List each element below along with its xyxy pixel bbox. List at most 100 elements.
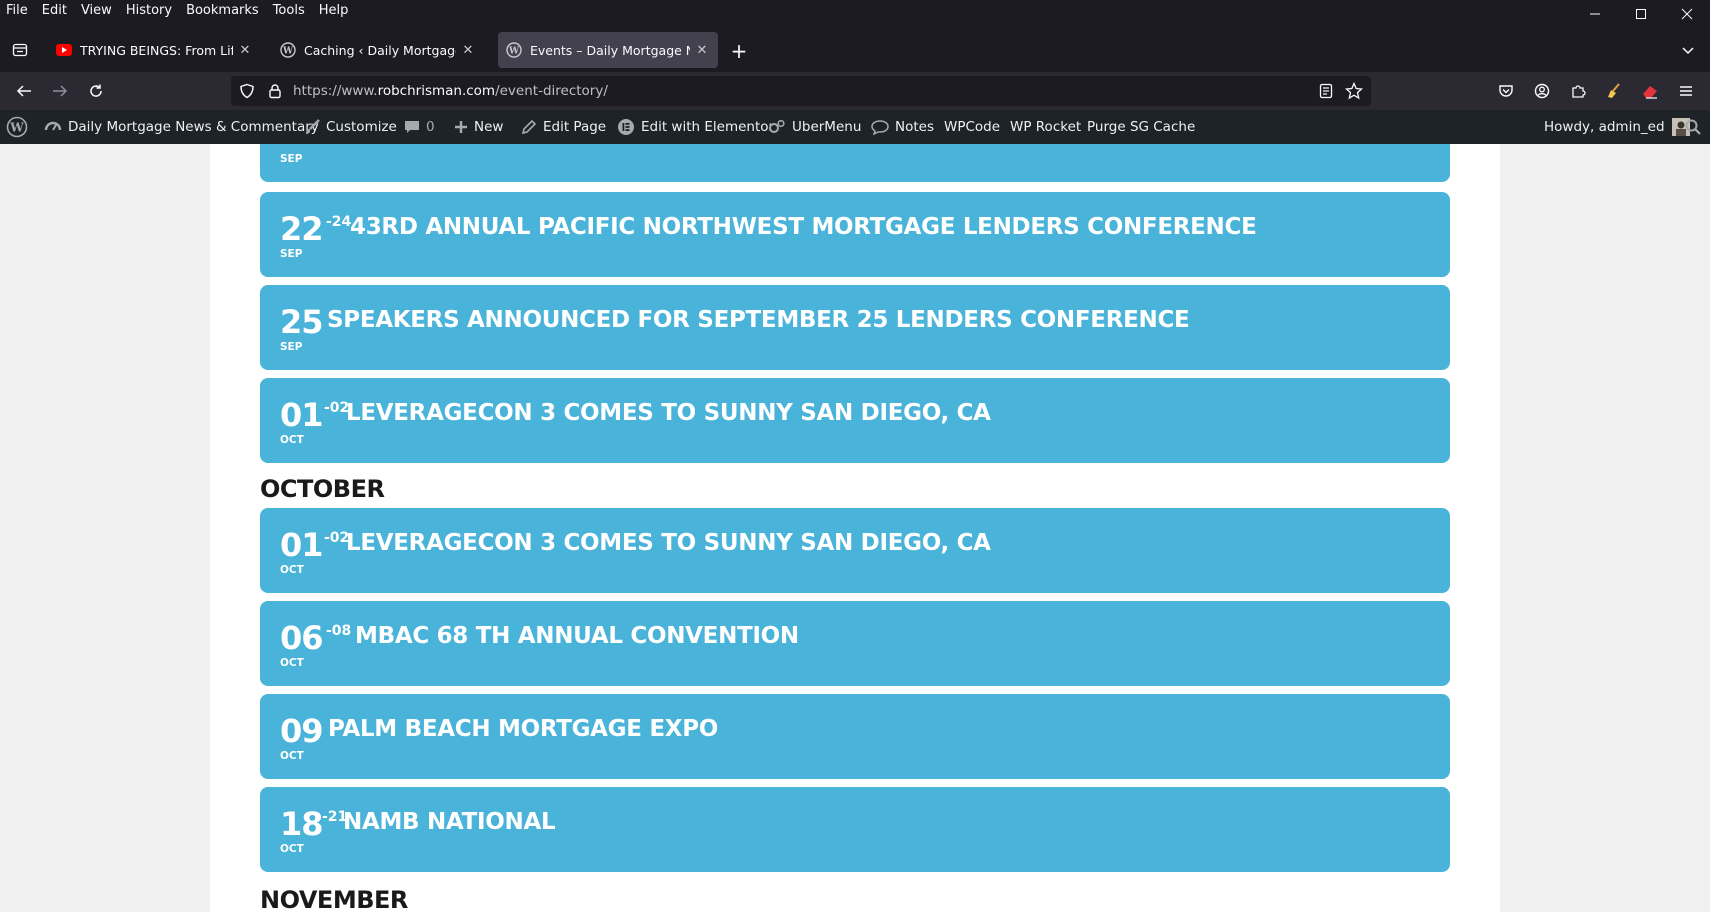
pocket-button[interactable] [1494,79,1518,103]
event-month: OCT [280,434,304,446]
menu-help[interactable]: Help [312,0,356,22]
event-card[interactable]: 22 -24 SEP 43RD ANNUAL PACIFIC NORTHWEST… [260,192,1450,277]
comment-icon [404,119,420,135]
edit-page-link[interactable]: Edit Page [521,110,606,144]
event-title[interactable]: LEVERAGECON 3 COMES TO SUNNY SAN DIEGO, … [346,530,991,556]
event-card[interactable]: 01 -02 OCT LEVERAGECON 3 COMES TO SUNNY … [260,508,1450,593]
menu-file[interactable]: File [0,0,35,22]
extensions-button[interactable] [1566,79,1590,103]
window-controls [1572,0,1710,28]
wpcode-link[interactable]: WPCode [944,110,1000,144]
gears-icon [768,119,786,135]
firefox-view-button[interactable] [8,38,32,62]
menu-view[interactable]: View [74,0,119,22]
wordpress-icon: W [280,42,296,58]
wordpress-logo-icon: W [6,116,28,138]
account-icon [1534,83,1550,99]
firefox-view-icon [12,43,28,57]
event-month: OCT [280,750,304,762]
extension-eraser-button[interactable] [1638,79,1662,103]
tab-youtube[interactable]: TRYING BEINGS: From Life's Ori ✕ [48,32,261,68]
pocket-icon [1499,85,1513,97]
event-day: 01 [280,526,324,564]
month-heading-november: NOVEMBER [260,886,408,912]
tab-events[interactable]: W Events – Daily Mortgage News & ✕ [498,32,718,68]
my-account-link[interactable]: Howdy, admin_ed [1544,110,1690,144]
wordpress-icon: W [506,42,522,58]
event-month: OCT [280,564,304,576]
svg-text:W: W [282,47,294,57]
account-button[interactable] [1530,79,1554,103]
forward-button[interactable] [48,79,72,103]
notes-link[interactable]: Notes [871,110,934,144]
back-arrow-icon [16,85,31,97]
tab-title: Caching ‹ Daily Mortgage News [304,42,456,58]
lock-icon [269,84,281,99]
dashboard-icon [44,118,62,136]
menu-history[interactable]: History [119,0,179,22]
extension-broom-button[interactable] [1602,79,1626,103]
forward-arrow-icon [53,85,68,97]
ubermenu-link[interactable]: UberMenu [768,110,861,144]
purge-sg-cache-link[interactable]: Purge SG Cache [1087,110,1195,144]
reader-view-icon[interactable] [1318,83,1334,99]
menu-bookmarks[interactable]: Bookmarks [179,0,266,22]
event-card[interactable]: 06 -08 OCT MBAC 68 TH ANNUAL CONVENTION [260,601,1450,686]
menu-edit[interactable]: Edit [35,0,74,22]
new-tab-button[interactable]: + [727,41,751,65]
event-card[interactable]: 01 -02 OCT LEVERAGECON 3 COMES TO SUNNY … [260,378,1450,463]
minimize-button[interactable] [1572,0,1618,28]
event-card[interactable]: 18 -21 OCT NAMB NATIONAL [260,787,1450,872]
tab-caching[interactable]: W Caching ‹ Daily Mortgage News ✕ [272,32,484,68]
event-card[interactable]: SEP [260,144,1450,182]
customize-link[interactable]: Customize [304,110,397,144]
event-day: 09 [280,712,324,750]
back-button[interactable] [12,79,36,103]
reload-button[interactable] [84,79,108,103]
hamburger-icon [1680,86,1692,96]
plus-icon [454,120,468,134]
event-day: 06 [280,619,324,657]
close-tab-icon[interactable]: ✕ [237,42,253,58]
admin-search-button[interactable] [1685,110,1701,144]
wp-rocket-link[interactable]: WP Rocket [1010,110,1081,144]
new-content-link[interactable]: New [454,110,503,144]
maximize-button[interactable] [1618,0,1664,28]
youtube-icon [56,42,72,58]
close-window-button[interactable] [1664,0,1710,28]
page-viewport: SEP 22 -24 SEP 43RD ANNUAL PACIFIC NORTH… [0,144,1710,912]
menu-tools[interactable]: Tools [266,0,312,22]
event-month: OCT [280,843,304,855]
event-title[interactable]: 43RD ANNUAL PACIFIC NORTHWEST MORTGAGE L… [350,214,1257,240]
event-card[interactable]: 25 SEP SPEAKERS ANNOUNCED FOR SEPTEMBER … [260,285,1450,370]
event-title[interactable]: PALM BEACH MORTGAGE EXPO [328,716,718,742]
event-day-range: -24 [326,214,352,230]
close-tab-icon[interactable]: ✕ [694,42,710,58]
event-card[interactable]: 09 OCT PALM BEACH MORTGAGE EXPO [260,694,1450,779]
bookmark-star-icon[interactable] [1345,82,1363,100]
event-title[interactable]: MBAC 68 TH ANNUAL CONVENTION [355,623,799,649]
edit-with-elementor-link[interactable]: Edit with Elementor [617,110,774,144]
content-column: SEP 22 -24 SEP 43RD ANNUAL PACIFIC NORTH… [210,144,1500,912]
comments-link[interactable]: 0 [404,110,435,144]
menu-bar: File Edit View History Bookmarks Tools H… [0,0,1710,22]
event-title[interactable]: LEVERAGECON 3 COMES TO SUNNY SAN DIEGO, … [346,400,991,426]
close-icon [1681,8,1693,20]
svg-text:W: W [508,47,520,57]
event-title[interactable]: NAMB NATIONAL [343,809,556,835]
eraser-icon [1643,86,1657,99]
minimize-icon [1590,13,1600,15]
app-menu-button[interactable] [1674,79,1698,103]
close-tab-icon[interactable]: ✕ [460,42,476,58]
address-bar[interactable]: https://www.robchrisman.com/event-direct… [231,76,1371,106]
url-text[interactable]: https://www.robchrisman.com/event-direct… [293,76,608,106]
site-name-link[interactable]: Daily Mortgage News & Commentary [44,110,319,144]
event-month: SEP [280,248,303,260]
wp-logo-button[interactable]: W [6,110,28,144]
tab-title: Events – Daily Mortgage News & [530,42,690,58]
event-day: 01 [280,396,324,434]
list-all-tabs-button[interactable] [1680,42,1700,62]
tab-title: TRYING BEINGS: From Life's Ori [80,42,233,58]
search-icon [1685,119,1701,135]
event-title[interactable]: SPEAKERS ANNOUNCED FOR SEPTEMBER 25 LEND… [327,307,1190,333]
